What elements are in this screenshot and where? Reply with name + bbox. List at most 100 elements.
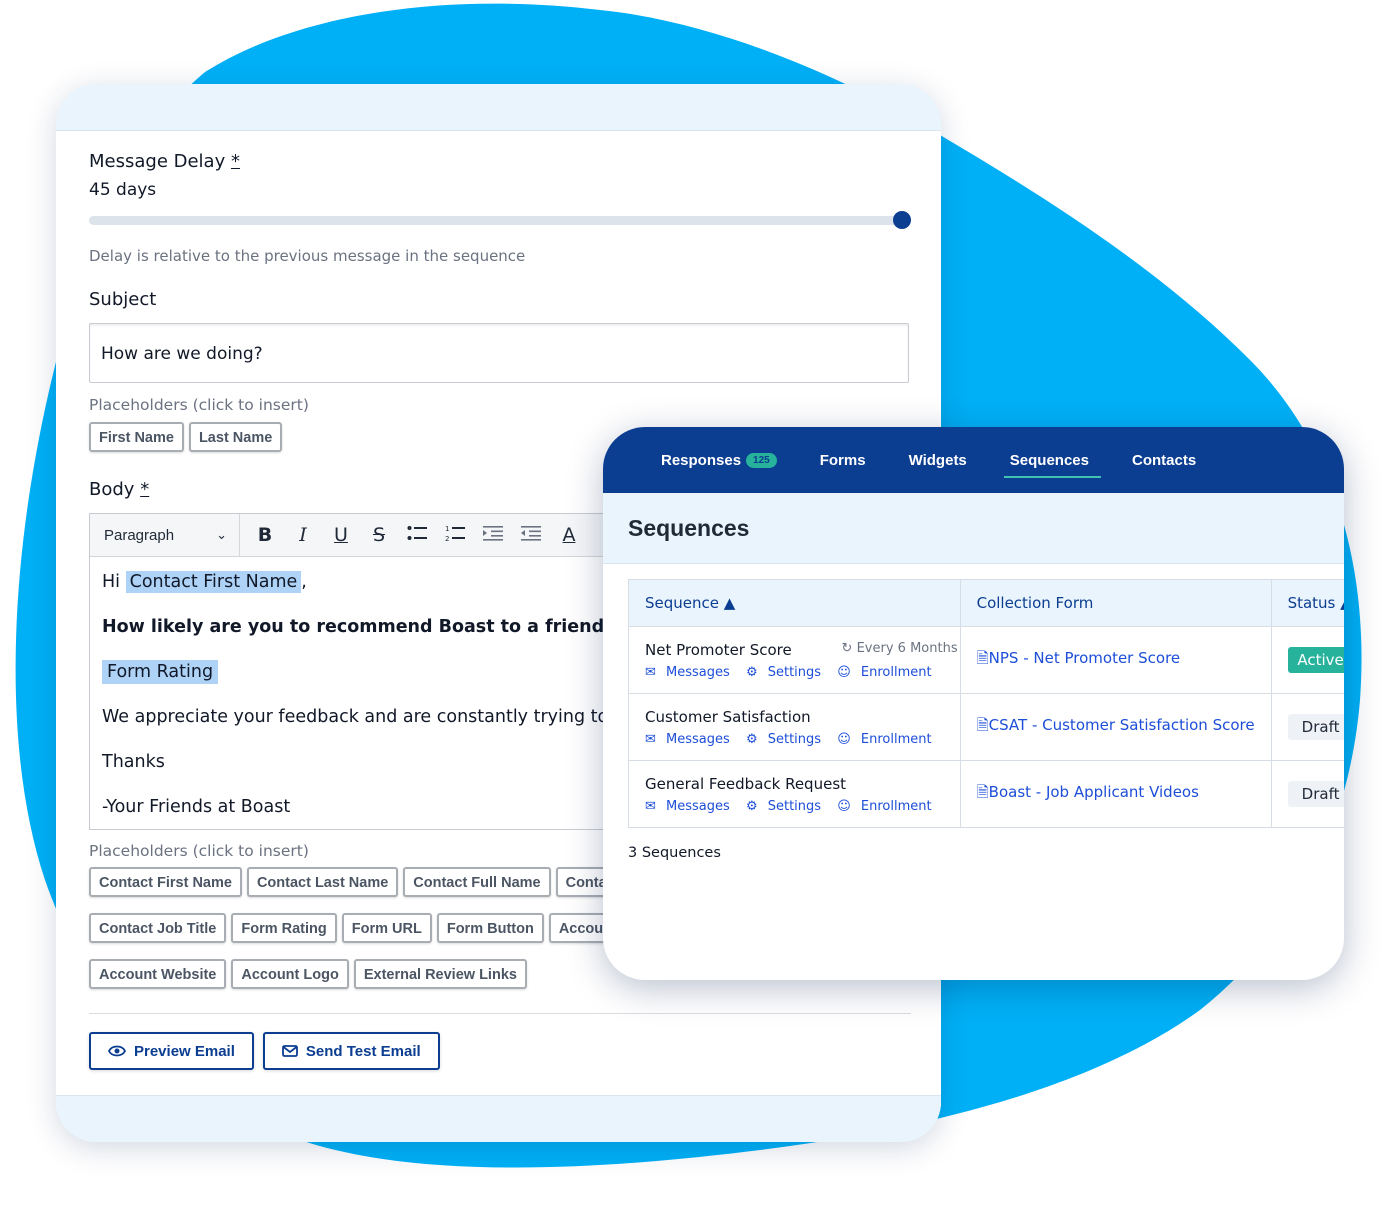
editor-bottom-bar xyxy=(56,1095,941,1142)
settings-link-label: Settings xyxy=(767,798,822,814)
underline-icon[interactable]: U xyxy=(322,524,360,546)
placeholder-chip[interactable]: Contact Full Name xyxy=(403,867,551,897)
gear-icon: ⚙ xyxy=(745,798,758,814)
nav-responses-label: Responses xyxy=(661,451,742,469)
column-header-collection-form: Collection Form xyxy=(959,579,1272,627)
placeholder-chip[interactable]: Form Button xyxy=(436,913,544,943)
sequences-table: Sequence ▲ Collection Form Status ▲ ↻ Ev… xyxy=(628,579,1344,828)
message-delay-hint: Delay is relative to the previous messag… xyxy=(89,247,526,265)
nav-forms[interactable]: Forms xyxy=(810,427,876,493)
placeholder-chip[interactable]: Form Rating xyxy=(231,913,337,943)
numbered-list-icon[interactable]: 12 xyxy=(436,524,474,547)
settings-link[interactable]: ⚙ Settings xyxy=(746,665,827,680)
italic-icon[interactable]: I xyxy=(284,524,322,546)
editor-top-bar xyxy=(56,84,941,131)
sequence-name[interactable]: General Feedback Request xyxy=(645,775,944,793)
placeholder-chip[interactable]: Account Logo xyxy=(231,959,349,989)
message-delay-label: Message Delay * xyxy=(89,151,911,172)
slider-thumb[interactable] xyxy=(893,211,911,229)
placeholder-chip[interactable]: Form URL xyxy=(341,913,432,943)
settings-link-label: Settings xyxy=(767,731,822,747)
sequence-links: ✉ Messages ⚙ Settings ☺ Enrollment xyxy=(645,665,944,680)
collection-form-link[interactable]: 🗎CSAT - Customer Satisfaction Score xyxy=(977,716,1255,734)
messages-link-label: Messages xyxy=(666,731,730,747)
eye-icon xyxy=(108,1045,126,1057)
messages-link[interactable]: ✉ Messages xyxy=(645,732,736,747)
envelope-icon: ✉ xyxy=(645,664,656,680)
collection-form-link[interactable]: 🗎Boast - Job Applicant Videos xyxy=(977,783,1199,801)
status-cell: Draft xyxy=(1270,693,1344,761)
subject-placeholders-label: Placeholders (click to insert) xyxy=(89,396,309,414)
collection-form-name: CSAT - Customer Satisfaction Score xyxy=(988,715,1255,734)
sequence-links: ✉ Messages ⚙ Settings ☺ Enrollment xyxy=(645,799,944,814)
inserted-placeholder[interactable]: Contact First Name xyxy=(125,571,302,593)
chevron-down-icon: ⌄ xyxy=(216,527,227,542)
placeholder-chip[interactable]: Contact Last Name xyxy=(246,867,399,897)
gear-icon: ⚙ xyxy=(745,731,758,747)
nav-widgets[interactable]: Widgets xyxy=(899,427,977,493)
sequence-count: 3 Sequences xyxy=(628,845,721,861)
send-test-email-button[interactable]: Send Test Email xyxy=(262,1032,440,1070)
placeholder-chip-first-name[interactable]: First Name xyxy=(89,422,184,452)
settings-link-label: Settings xyxy=(767,664,822,680)
recurrence-label: ↻ Every 6 Months xyxy=(842,641,958,656)
enrollment-link-label: Enrollment xyxy=(860,731,932,747)
status-badge: Draft xyxy=(1287,714,1344,740)
subject-input[interactable]: How are we doing? xyxy=(89,323,909,383)
status-badge: Active xyxy=(1287,647,1344,673)
placeholder-chip[interactable]: External Review Links xyxy=(353,959,527,989)
users-icon: ☺ xyxy=(837,731,851,747)
placeholder-chip[interactable]: Contact First Name xyxy=(89,867,242,897)
bold-icon[interactable]: B xyxy=(246,524,284,546)
collection-form-name: Boast - Job Applicant Videos xyxy=(988,782,1199,801)
placeholder-chip[interactable]: Account Website xyxy=(89,959,227,989)
enrollment-link[interactable]: ☺ Enrollment xyxy=(837,799,937,814)
message-delay-value: 45 days xyxy=(89,180,157,200)
nav-contacts[interactable]: Contacts xyxy=(1122,427,1206,493)
table-row: ↻ Every 6 Months Net Promoter Score ✉ Me… xyxy=(628,626,1344,694)
message-delay-label-text: Message Delay xyxy=(89,151,226,172)
svg-text:2: 2 xyxy=(445,535,449,542)
envelope-icon xyxy=(282,1045,298,1057)
top-nav: Responses 125 Forms Widgets Sequences Co… xyxy=(603,427,1344,493)
repeat-icon: ↻ xyxy=(841,640,853,656)
messages-link[interactable]: ✉ Messages xyxy=(645,665,736,680)
placeholder-chip[interactable]: Contact Job Title xyxy=(89,913,227,943)
placeholder-chip-last-name[interactable]: Last Name xyxy=(188,422,283,452)
inserted-placeholder[interactable]: Form Rating xyxy=(102,660,219,684)
bullet-list-icon[interactable] xyxy=(398,524,436,546)
svg-text:1: 1 xyxy=(445,525,449,533)
settings-link[interactable]: ⚙ Settings xyxy=(746,732,827,747)
preview-email-button[interactable]: Preview Email xyxy=(89,1032,254,1070)
sequence-name[interactable]: Customer Satisfaction xyxy=(645,708,944,726)
send-test-email-label: Send Test Email xyxy=(305,1042,421,1060)
column-header-sequence[interactable]: Sequence ▲ xyxy=(628,579,961,627)
settings-link[interactable]: ⚙ Settings xyxy=(746,799,827,814)
text-color-icon[interactable]: A xyxy=(550,524,588,546)
indent-icon[interactable] xyxy=(474,524,512,546)
collection-form-name: NPS - Net Promoter Score xyxy=(988,648,1181,667)
messages-link[interactable]: ✉ Messages xyxy=(645,799,736,814)
strikethrough-icon[interactable]: S xyxy=(360,524,398,546)
responses-count-badge: 125 xyxy=(746,452,777,468)
subject-label: Subject xyxy=(89,289,157,310)
collection-form-link[interactable]: 🗎NPS - Net Promoter Score xyxy=(977,649,1181,667)
message-delay-slider[interactable] xyxy=(89,210,911,230)
sequences-card: Responses 125 Forms Widgets Sequences Co… xyxy=(603,427,1344,980)
messages-link-label: Messages xyxy=(666,798,730,814)
enrollment-link[interactable]: ☺ Enrollment xyxy=(837,732,937,747)
status-cell: Draft xyxy=(1270,760,1344,828)
sequence-cell: Customer Satisfaction ✉ Messages ⚙ Setti… xyxy=(628,693,961,761)
outdent-icon[interactable] xyxy=(512,524,550,546)
greeting-suffix: , xyxy=(301,572,307,592)
enrollment-link[interactable]: ☺ Enrollment xyxy=(837,665,937,680)
sequence-cell: ↻ Every 6 Months Net Promoter Score ✉ Me… xyxy=(628,626,961,694)
recurrence-text: Every 6 Months xyxy=(856,640,958,656)
column-header-status[interactable]: Status ▲ xyxy=(1270,579,1344,627)
status-badge: Draft xyxy=(1287,781,1344,807)
nav-sequences[interactable]: Sequences xyxy=(1000,427,1102,493)
status-cell: Active xyxy=(1270,626,1344,694)
table-row: Customer Satisfaction ✉ Messages ⚙ Setti… xyxy=(628,693,1344,761)
nav-responses[interactable]: Responses 125 xyxy=(651,427,787,493)
format-select[interactable]: Paragraph ⌄ xyxy=(90,514,240,556)
